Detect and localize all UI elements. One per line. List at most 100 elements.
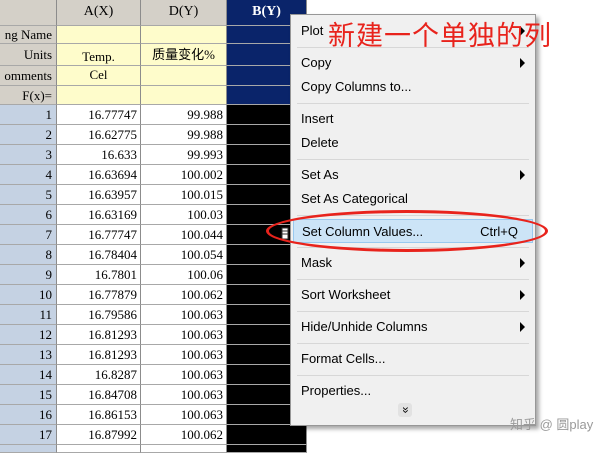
- table-cell-a[interactable]: 16.63694: [57, 165, 141, 185]
- menu-separator: [297, 343, 529, 344]
- menu-item-copy[interactable]: Copy: [293, 51, 533, 75]
- row-number[interactable]: 16: [0, 405, 57, 425]
- row-number[interactable]: 3: [0, 145, 57, 165]
- table-cell-a[interactable]: 16.84708: [57, 385, 141, 405]
- row-number[interactable]: 15: [0, 385, 57, 405]
- menu-item-hide-unhide-columns[interactable]: Hide/Unhide Columns: [293, 315, 533, 339]
- row-number[interactable]: 2: [0, 125, 57, 145]
- submenu-arrow-icon: [520, 258, 525, 268]
- d-units-cell[interactable]: 质量变化%: [141, 44, 227, 66]
- table-row-partial: [141, 445, 227, 453]
- row-number[interactable]: 17: [0, 425, 57, 445]
- table-cell-d[interactable]: 100.06: [141, 265, 227, 285]
- row-number[interactable]: 1: [0, 105, 57, 125]
- a-long-name-cell[interactable]: [57, 26, 141, 44]
- table-cell-d[interactable]: 100.063: [141, 405, 227, 425]
- table-cell-a[interactable]: 16.8287: [57, 365, 141, 385]
- d-long-name-cell[interactable]: [141, 26, 227, 44]
- table-cell-a[interactable]: 16.63957: [57, 185, 141, 205]
- table-cell-d[interactable]: 100.062: [141, 425, 227, 445]
- a-fx-cell[interactable]: [57, 86, 141, 105]
- highlight-ellipse: [266, 210, 548, 252]
- row-number[interactable]: 14: [0, 365, 57, 385]
- row-number[interactable]: 12: [0, 325, 57, 345]
- a-comments-cell[interactable]: Cel: [57, 66, 141, 86]
- table-cell-d[interactable]: 99.988: [141, 125, 227, 145]
- table-cell-d[interactable]: 100.063: [141, 385, 227, 405]
- row-number[interactable]: 9: [0, 265, 57, 285]
- table-cell-d[interactable]: 99.988: [141, 105, 227, 125]
- menu-item-set-as-categorical[interactable]: Set As Categorical: [293, 187, 533, 211]
- table-cell-d[interactable]: 100.044: [141, 225, 227, 245]
- table-row-partial: [227, 445, 307, 453]
- table-cell-d[interactable]: 100.063: [141, 325, 227, 345]
- table-cell-a[interactable]: 16.77747: [57, 225, 141, 245]
- submenu-arrow-icon: [520, 290, 525, 300]
- row-number[interactable]: 8: [0, 245, 57, 265]
- menu-separator: [297, 311, 529, 312]
- menu-separator: [297, 159, 529, 160]
- fx-label: F(x)=: [0, 86, 57, 105]
- table-row-partial: [0, 445, 57, 453]
- table-cell-d[interactable]: 100.063: [141, 365, 227, 385]
- d-fx-cell[interactable]: [141, 86, 227, 105]
- menu-item-hide-unhide-label: Hide/Unhide Columns: [301, 319, 428, 334]
- table-cell-d[interactable]: 100.063: [141, 345, 227, 365]
- submenu-arrow-icon: [520, 58, 525, 68]
- table-cell-a[interactable]: 16.81293: [57, 345, 141, 365]
- row-number[interactable]: 5: [0, 185, 57, 205]
- menu-item-properties[interactable]: Properties...: [293, 379, 533, 403]
- menu-item-copy-label: Copy: [301, 55, 332, 70]
- menu-item-format-cells[interactable]: Format Cells...: [293, 347, 533, 371]
- row-number[interactable]: 4: [0, 165, 57, 185]
- table-cell-d[interactable]: 99.993: [141, 145, 227, 165]
- worksheet: A(X) D(Y) B(Y) ng Name Units Temp. 质量变化%…: [0, 0, 310, 453]
- units-label: Units: [0, 44, 57, 66]
- table-cell-a[interactable]: 16.633: [57, 145, 141, 165]
- row-number[interactable]: 7: [0, 225, 57, 245]
- table-cell-d[interactable]: 100.002: [141, 165, 227, 185]
- menu-item-mask-label: Mask: [301, 255, 333, 270]
- table-cell-a[interactable]: 16.79586: [57, 305, 141, 325]
- menu-item-set-as-label: Set As: [301, 167, 339, 182]
- annotation-text: 新建一个单独的列: [328, 21, 552, 52]
- menu-item-sort-worksheet-label: Sort Worksheet: [301, 287, 391, 302]
- column-header-d[interactable]: D(Y): [141, 0, 227, 26]
- a-units-cell[interactable]: Temp.: [57, 44, 141, 66]
- row-number[interactable]: 6: [0, 205, 57, 225]
- table-cell-d[interactable]: 100.054: [141, 245, 227, 265]
- table-cell-a[interactable]: 16.81293: [57, 325, 141, 345]
- table-cell-d[interactable]: 100.062: [141, 285, 227, 305]
- table-cell-b[interactable]: [227, 425, 307, 445]
- row-number[interactable]: 10: [0, 285, 57, 305]
- submenu-arrow-icon: [520, 322, 525, 332]
- table-cell-d[interactable]: 100.063: [141, 305, 227, 325]
- menu-item-plot-label: Plot: [301, 23, 324, 38]
- table-cell-a[interactable]: 16.87992: [57, 425, 141, 445]
- menu-separator: [297, 279, 529, 280]
- menu-item-sort-worksheet[interactable]: Sort Worksheet: [293, 283, 533, 307]
- table-row-partial: [57, 445, 141, 453]
- table-cell-d[interactable]: 100.015: [141, 185, 227, 205]
- menu-item-set-as[interactable]: Set As: [293, 163, 533, 187]
- d-comments-cell[interactable]: [141, 66, 227, 86]
- table-cell-a[interactable]: 16.77879: [57, 285, 141, 305]
- expand-more-icon[interactable]: »: [398, 403, 413, 417]
- menu-item-copy-columns-to[interactable]: Copy Columns to...: [293, 75, 533, 99]
- menu-item-mask[interactable]: Mask: [293, 251, 533, 275]
- row-number[interactable]: 11: [0, 305, 57, 325]
- comments-label: omments: [0, 66, 57, 86]
- table-cell-a[interactable]: 16.77747: [57, 105, 141, 125]
- table-cell-a[interactable]: 16.63169: [57, 205, 141, 225]
- menu-item-delete[interactable]: Delete: [293, 131, 533, 155]
- column-header-a[interactable]: A(X): [57, 0, 141, 26]
- table-cell-a[interactable]: 16.62775: [57, 125, 141, 145]
- table-cell-a[interactable]: 16.86153: [57, 405, 141, 425]
- watermark: 知乎 @ 圆play: [510, 417, 594, 432]
- table-cell-a[interactable]: 16.78404: [57, 245, 141, 265]
- corner-header: [0, 0, 57, 26]
- table-cell-d[interactable]: 100.03: [141, 205, 227, 225]
- table-cell-a[interactable]: 16.7801: [57, 265, 141, 285]
- menu-item-insert[interactable]: Insert: [293, 107, 533, 131]
- row-number[interactable]: 13: [0, 345, 57, 365]
